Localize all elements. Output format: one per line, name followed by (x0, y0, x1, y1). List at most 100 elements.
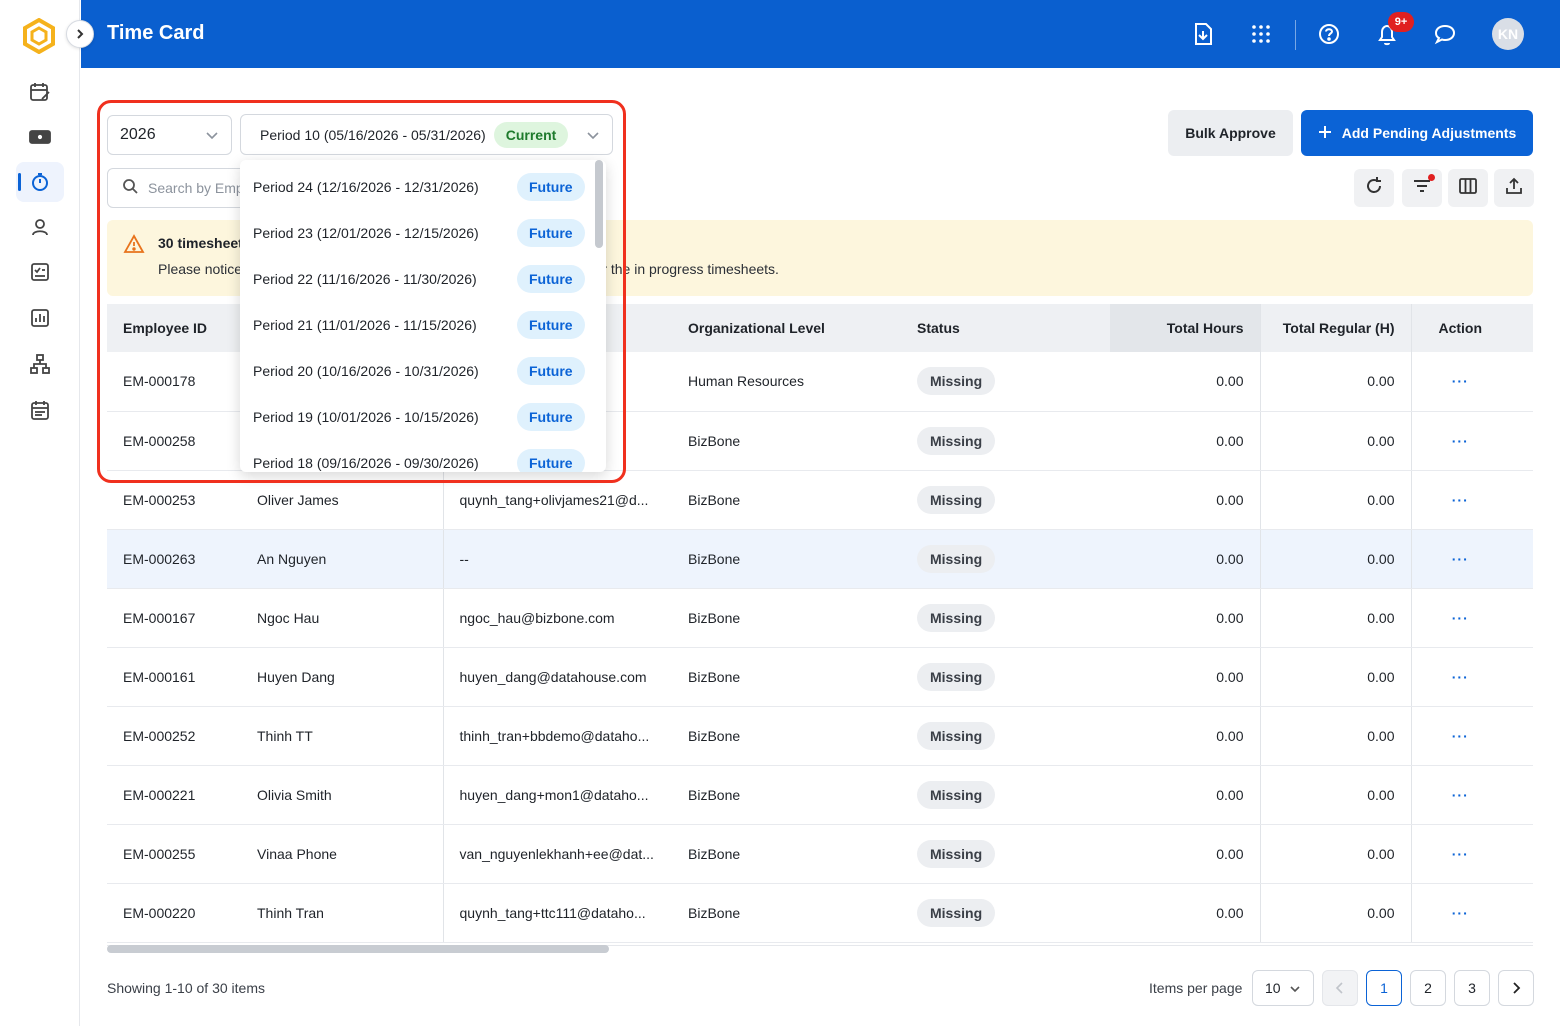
report-icon[interactable] (16, 298, 64, 338)
cell-extra (1509, 588, 1533, 648)
person-icon[interactable] (16, 207, 64, 247)
cell-status: Missing (901, 706, 1110, 766)
row-action-menu-button[interactable]: ··· (1452, 551, 1469, 567)
cell-extra (1509, 824, 1533, 884)
table-row[interactable]: EM-000167 Ngoc Hau ngoc_hau@bizbone.com Biz… (107, 588, 1533, 648)
period-option[interactable]: Period 21 (11/01/2026 - 11/15/2026) Futur… (240, 302, 596, 348)
status-badge: Missing (917, 426, 996, 455)
page-1-button[interactable]: 1 (1366, 970, 1402, 1006)
col-total-regular[interactable]: Total Regular (H) (1259, 304, 1411, 352)
warning-icon (123, 234, 145, 259)
cell-total-regular: 0.00 (1259, 647, 1411, 707)
period-option[interactable]: Period 24 (12/16/2026 - 12/31/2026) Futur… (240, 164, 596, 210)
cell-employee-id: EM-000161 (107, 647, 241, 707)
row-action-menu-button[interactable]: ··· (1452, 433, 1469, 449)
page-2-button[interactable]: 2 (1410, 970, 1446, 1006)
chat-icon[interactable] (1429, 18, 1461, 50)
status-badge: Missing (917, 367, 996, 396)
cell-name: Thinh Tran (241, 883, 443, 943)
columns-button[interactable] (1448, 169, 1488, 207)
cell-email: -- (442, 529, 672, 589)
cell-extra (1509, 647, 1533, 707)
apps-icon[interactable] (1245, 18, 1277, 50)
table-row[interactable]: EM-000252 Thinh TT thinh_tran+bbdemo@datah… (107, 706, 1533, 766)
row-action-menu-button[interactable]: ··· (1452, 669, 1469, 685)
cell-org-level: BizBone (672, 588, 901, 648)
row-action-menu-button[interactable]: ··· (1452, 728, 1469, 744)
row-action-menu-button[interactable]: ··· (1452, 787, 1469, 803)
export-button[interactable] (1494, 169, 1534, 207)
col-extra (1509, 304, 1533, 352)
cell-total-regular: 0.00 (1259, 470, 1411, 530)
table-row[interactable]: EM-000263 An Nguyen -- BizBone Missing 0.00 0.… (107, 529, 1533, 589)
row-action-menu-button[interactable]: ··· (1452, 610, 1469, 626)
row-action-menu-button[interactable]: ··· (1452, 905, 1469, 921)
table-row[interactable]: EM-000253 Oliver James quynh_tang+olivjame… (107, 470, 1533, 530)
checklist-icon[interactable] (16, 252, 64, 292)
col-total-hours[interactable]: Total Hours (1110, 304, 1260, 352)
table-row[interactable]: EM-000221 Olivia Smith huyen_dang+mon1@dat… (107, 765, 1533, 825)
plus-icon (1318, 125, 1332, 142)
period-option-label: Period 24 (12/16/2026 - 12/31/2026) (253, 179, 479, 195)
row-action-menu-button[interactable]: ··· (1452, 492, 1469, 508)
period-option[interactable]: Period 22 (11/16/2026 - 11/30/2026) Futur… (240, 256, 596, 302)
horizontal-scrollbar[interactable] (107, 945, 609, 953)
period-option[interactable]: Period 23 (12/01/2026 - 12/15/2026) Futur… (240, 210, 596, 256)
refresh-icon (1364, 176, 1384, 201)
refresh-button[interactable] (1354, 169, 1394, 207)
col-org-level[interactable]: Organizational Level (672, 304, 901, 352)
items-per-page-select[interactable]: 10 (1252, 970, 1314, 1006)
download-icon[interactable] (1187, 18, 1219, 50)
money-icon[interactable] (16, 117, 64, 157)
bulk-approve-button[interactable]: Bulk Approve (1168, 110, 1293, 156)
banner-text-start: Please notice (158, 261, 243, 277)
period-select[interactable]: Period 10 (05/16/2026 - 05/31/2026) Curr… (240, 114, 613, 155)
next-page-button[interactable] (1498, 970, 1534, 1006)
timer-icon[interactable] (16, 162, 64, 202)
chevron-down-icon (586, 128, 600, 145)
cell-extra (1509, 765, 1533, 825)
prev-page-button[interactable] (1322, 970, 1358, 1006)
dropdown-scrollbar[interactable] (595, 160, 603, 248)
help-icon[interactable] (1313, 18, 1345, 50)
col-employee-id[interactable]: Employee ID (107, 304, 241, 352)
period-option[interactable]: Period 18 (09/16/2026 - 09/30/2026) Futur… (240, 440, 596, 472)
calendar-edit-icon[interactable] (16, 72, 64, 112)
banner-title: 30 timesheets (158, 235, 251, 251)
table-row[interactable]: EM-000255 Vinaa Phone van_nguyenlekhanh+ee… (107, 824, 1533, 884)
logo-icon[interactable] (22, 17, 56, 55)
cell-name: Oliver James (241, 470, 443, 530)
add-pending-adjustments-button[interactable]: Add Pending Adjustments (1301, 110, 1533, 156)
table-row[interactable]: EM-000220 Thinh Tran quynh_tang+ttc111@dat… (107, 883, 1533, 943)
cell-email: ngoc_hau@bizbone.com (442, 588, 672, 648)
cell-action: ··· (1410, 529, 1509, 589)
row-action-menu-button[interactable]: ··· (1452, 373, 1469, 389)
cell-total-hours: 0.00 (1110, 647, 1260, 707)
year-select[interactable]: 2026 (107, 115, 232, 155)
org-chart-icon[interactable] (16, 344, 64, 384)
page-3-button[interactable]: 3 (1454, 970, 1490, 1006)
status-badge: Missing (917, 544, 996, 573)
period-option[interactable]: Period 20 (10/16/2026 - 10/31/2026) Futur… (240, 348, 596, 394)
schedule-icon[interactable] (16, 390, 64, 430)
cell-total-hours: 0.00 (1110, 706, 1260, 766)
cell-employee-id: EM-000221 (107, 765, 241, 825)
cell-org-level: BizBone (672, 470, 901, 530)
expand-icon[interactable] (66, 20, 94, 48)
cell-extra (1509, 706, 1533, 766)
col-status[interactable]: Status (901, 304, 1110, 352)
row-action-menu-button[interactable]: ··· (1452, 846, 1469, 862)
cell-employee-id: EM-000258 (107, 411, 241, 471)
status-badge: Missing (917, 603, 996, 632)
side-rail (0, 0, 94, 1026)
cell-extra (1509, 529, 1533, 589)
table-row[interactable]: EM-000161 Huyen Dang huyen_dang@datahouse.… (107, 647, 1533, 707)
export-icon (1505, 177, 1523, 200)
cell-action: ··· (1410, 765, 1509, 825)
avatar[interactable]: KN (1492, 18, 1524, 50)
cell-email: van_nguyenlekhanh+ee@dat... (442, 824, 672, 884)
filter-button[interactable] (1402, 169, 1442, 207)
cell-total-hours: 0.00 (1110, 529, 1260, 589)
period-option[interactable]: Period 19 (10/01/2026 - 10/15/2026) Futur… (240, 394, 596, 440)
cell-employee-id: EM-000178 (107, 352, 241, 412)
